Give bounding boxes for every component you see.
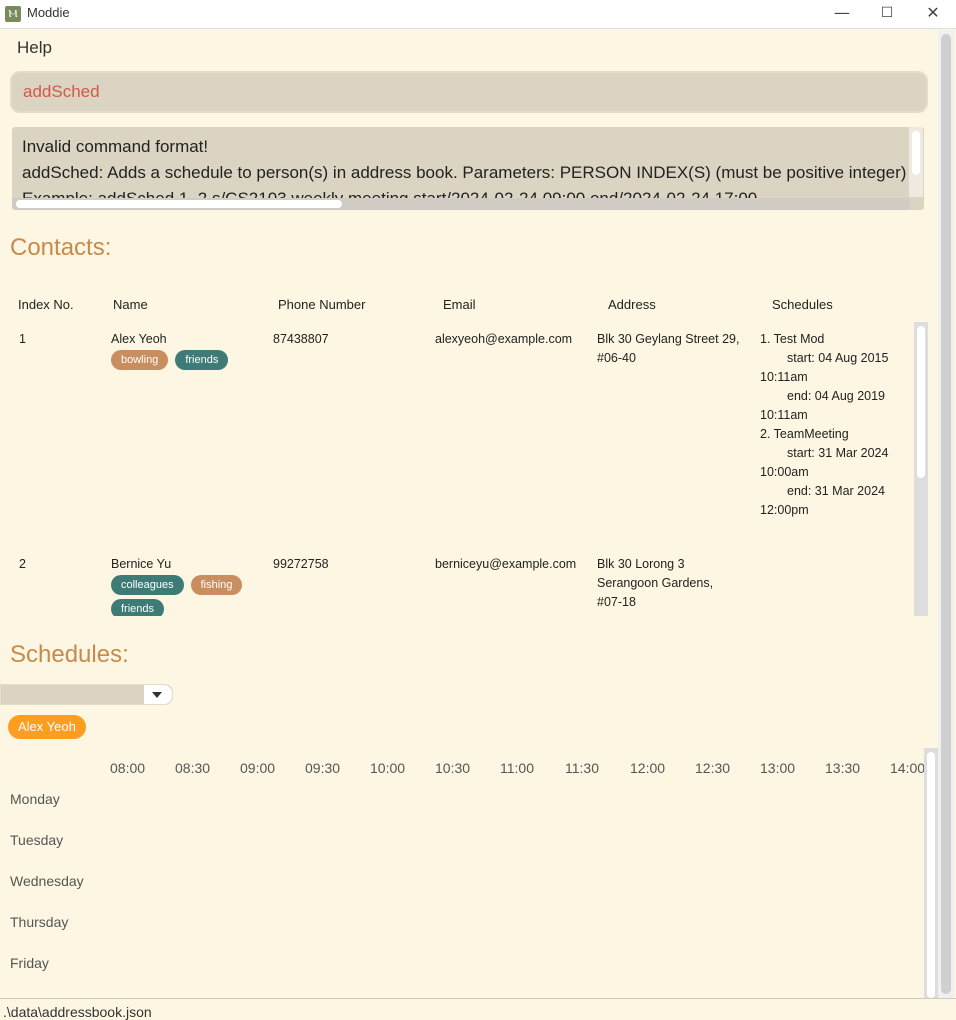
main-scrollbar[interactable] (938, 30, 954, 1000)
schedule-line: end: 31 Mar 2024 (787, 484, 885, 498)
column-header-address: Address (608, 297, 656, 312)
day-label: Tuesday (10, 832, 64, 848)
column-header-phone: Phone Number (278, 297, 366, 312)
command-input-text[interactable]: addSched (23, 82, 100, 102)
contacts-scrollbar[interactable] (914, 322, 928, 616)
contact-name: Bernice Yu (111, 557, 172, 571)
contact-email: berniceyu@example.com (435, 557, 577, 571)
time-slot-label: 12:00 (630, 760, 666, 776)
contact-address: Blk 30 Lorong 3 Serangoon Gardens, #07-1… (597, 557, 714, 609)
timetable[interactable]: 08:00 08:30 09:00 09:30 10:00 10:30 11:0… (0, 748, 924, 998)
time-slot-label: 14:00 (890, 760, 924, 776)
contact-index: 1 (19, 332, 26, 346)
contact-schedules: 1. Test Mod start: 04 Aug 2015 10:11am e… (760, 330, 910, 520)
time-slot-label: 10:30 (435, 760, 471, 776)
result-horizontal-scrollbar[interactable] (12, 198, 910, 210)
tag: bowling (111, 350, 169, 370)
schedule-line: start: 31 Mar 2024 (787, 446, 889, 460)
schedule-line: start: 04 Aug 2015 (787, 351, 889, 365)
result-display[interactable]: Invalid command format! addSched: Adds a… (12, 127, 924, 210)
status-bar: .\data\addressbook.json (0, 998, 956, 1020)
schedule-line: 2. TeamMeeting (760, 427, 849, 441)
schedule-line: 1. Test Mod (760, 332, 825, 346)
app-logo-icon: Ⲙ (5, 6, 21, 22)
column-header-index: Index No. (18, 297, 74, 312)
contacts-title: Contacts: (10, 234, 112, 261)
column-header-schedules: Schedules (772, 297, 833, 312)
contact-name-cell: Alex Yeoh bowling friends (111, 330, 271, 373)
time-slot-label: 09:00 (240, 760, 276, 776)
time-slot-label: 11:00 (500, 760, 534, 776)
schedule-line: 10:11am (760, 408, 808, 422)
time-slot-label: 10:00 (370, 760, 406, 776)
day-label: Friday (10, 955, 49, 971)
contacts-list[interactable]: 1 Alex Yeoh bowling friends 87438807 alex… (0, 322, 914, 616)
save-location-path: .\data\addressbook.json (3, 1004, 152, 1020)
day-label: Monday (10, 791, 60, 807)
schedule-line: end: 04 Aug 2019 (787, 389, 886, 403)
time-slot-label: 08:00 (110, 760, 146, 776)
time-slot-label: 13:30 (825, 760, 861, 776)
contacts-scrollbar-thumb[interactable] (917, 326, 925, 478)
schedules-title: Schedules: (10, 641, 129, 668)
command-input[interactable]: addSched (10, 71, 928, 113)
time-slot-label: 08:30 (175, 760, 211, 776)
tag: friends (175, 350, 229, 370)
time-slot-label: 09:30 (305, 760, 341, 776)
result-vertical-scrollbar[interactable] (909, 127, 923, 197)
day-label: Thursday (10, 914, 69, 930)
tag: friends (111, 599, 165, 616)
contact-index: 2 (19, 557, 26, 571)
timetable-scrollbar[interactable] (924, 748, 938, 998)
result-line: addSched: Adds a schedule to person(s) i… (22, 163, 912, 182)
close-button[interactable]: ✕ (913, 2, 953, 26)
time-slot-label: 11:30 (565, 760, 599, 776)
column-header-email: Email (443, 297, 476, 312)
schedule-line: 10:11am (760, 370, 808, 384)
schedule-line: 10:00am (760, 465, 809, 479)
main-scrollbar-thumb[interactable] (941, 34, 951, 994)
time-slot-label: 13:00 (760, 760, 796, 776)
contact-tags: colleagues fishing friends (111, 574, 271, 616)
window-title: Moddie (27, 5, 70, 20)
minimize-button[interactable]: — (822, 2, 862, 26)
tag: fishing (190, 575, 243, 595)
time-slot-label: 12:30 (695, 760, 731, 776)
chevron-down-icon[interactable] (144, 685, 172, 704)
result-vertical-scrollbar-thumb[interactable] (912, 131, 920, 175)
selected-person-chip[interactable]: Alex Yeoh (8, 715, 86, 739)
contact-phone: 99272758 (273, 557, 329, 571)
tag: colleagues (111, 575, 184, 595)
contact-name-cell: Bernice Yu colleagues fishing friends (111, 555, 271, 616)
window-titlebar: Ⲙ Moddie — ☐ ✕ (0, 0, 956, 29)
menu-help[interactable]: Help (17, 38, 52, 58)
contact-address: Blk 30 Geylang Street 29, #06-40 (597, 332, 740, 365)
result-horizontal-scrollbar-thumb[interactable] (16, 200, 342, 208)
timetable-scrollbar-thumb[interactable] (927, 752, 935, 998)
contact-email: alexyeoh@example.com (435, 332, 573, 346)
day-label: Wednesday (10, 873, 84, 889)
column-header-name: Name (113, 297, 148, 312)
result-line: Invalid command format! (22, 137, 209, 156)
contact-tags: bowling friends (111, 349, 271, 373)
contact-phone: 87438807 (273, 332, 329, 346)
schedule-line: 12:00pm (760, 503, 809, 517)
maximize-button[interactable]: ☐ (867, 2, 907, 26)
person-select-dropdown[interactable] (0, 684, 173, 705)
contact-name: Alex Yeoh (111, 332, 167, 346)
